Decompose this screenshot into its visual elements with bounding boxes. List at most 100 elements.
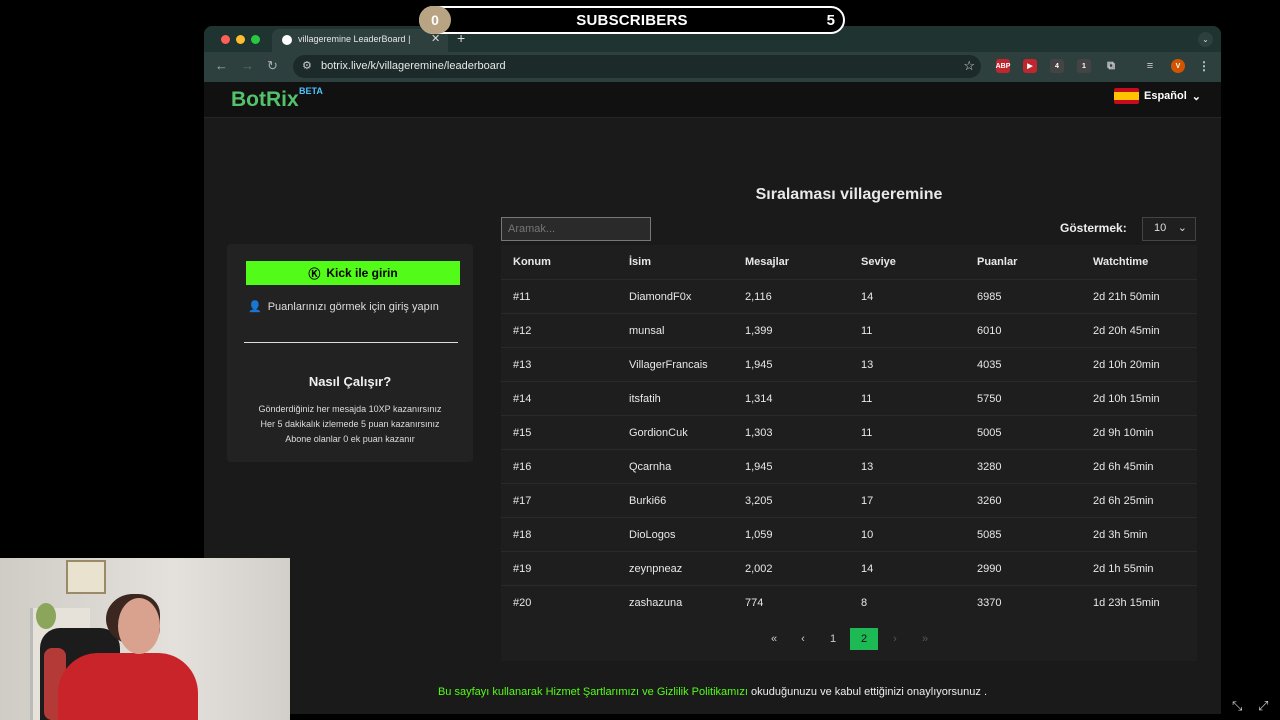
table-cell: 17 [861,495,874,507]
site-settings-icon[interactable]: ⚙ [302,59,312,72]
column-header[interactable]: İsim [629,256,651,268]
rule-item: Gönderdiğiniz her mesajda 10XP kazanırsı… [258,404,442,414]
kick-logo-icon: Ⓚ [308,266,321,281]
reload-icon[interactable]: ↻ [267,58,278,74]
fullscreen-exit-icon[interactable]: ⤡ [1232,698,1242,714]
table-row: #12 munsal 1,399 11 6010 2d 20h 45min [501,313,1197,347]
table-cell: 5750 [977,393,1002,405]
table-cell: itsfatih [629,393,661,405]
table-row: #15 GordionCuk 1,303 11 5005 2d 9h 10min [501,415,1197,449]
column-header[interactable]: Seviye [861,256,896,268]
url-text[interactable]: botrix.live/k/villageremine/leaderboard [321,60,506,72]
table-cell: 5085 [977,529,1002,541]
table-cell: 1d 23h 15min [1093,597,1160,609]
tab-leaderboard[interactable]: villageremine LeaderBoard | ✕ [272,29,448,52]
next-page-button[interactable]: › [884,628,906,650]
kick-login-label: Kick ile girin [326,266,398,280]
table-cell: 10 [861,529,874,541]
table-cell: 774 [745,597,764,609]
address-bar[interactable]: ⚙ botrix.live/k/villageremine/leaderboar… [293,55,981,78]
table-row: #19 zeynpneaz 2,002 14 2990 2d 1h 55min [501,551,1197,585]
table-cell: 13 [861,461,874,473]
media-queue-icon[interactable]: ≡ [1143,59,1157,73]
table-cell: 2,002 [745,563,773,575]
table-cell: #14 [513,393,532,405]
table-cell: 2d 10h 20min [1093,359,1160,371]
table-cell: 2d 6h 25min [1093,495,1154,507]
terms-link[interactable]: Hizmet Şartlarımızı [546,686,640,698]
page-content: BotRix BETA Español ⌄ Sıralaması village… [204,82,1221,714]
video-extension-icon[interactable]: ▶ [1023,59,1037,73]
divider [244,342,458,343]
prev-page-button[interactable]: ‹ [792,628,814,650]
table-cell: 13 [861,359,874,371]
browser-menu-icon[interactable]: ⋮ [1197,59,1211,73]
botrix-logo[interactable]: BotRix BETA [231,86,323,112]
back-arrow-icon[interactable]: ← [215,58,228,73]
footer-suffix: okuduğunuzu ve kabul ettiğinizi onaylıyo… [750,686,988,698]
login-hint: 👤 Puanlarınızı görmek için giriş yapın [248,300,439,314]
last-page-button[interactable]: » [914,628,936,650]
chevron-down-icon[interactable]: ⌄ [1198,32,1213,47]
maximize-window-button[interactable] [251,35,260,44]
first-page-button[interactable]: « [763,628,785,650]
column-header[interactable]: Mesajlar [745,256,789,268]
subscriber-goal-bar: 0 SUBSCRIBERS 5 [419,6,845,34]
search-input[interactable] [501,217,651,241]
table-cell: 2d 20h 45min [1093,325,1160,337]
table-row: #16 Qcarnha 1,945 13 3280 2d 6h 45min [501,449,1197,483]
table-cell: #20 [513,597,532,609]
table-cell: 11 [861,393,873,405]
browser-toolbar: ← → ↻ ⚙ botrix.live/k/villageremine/lead… [204,52,1221,82]
table-cell: 2d 3h 5min [1093,529,1148,541]
table-cell: 2,116 [745,291,772,303]
table-cell: 1,059 [745,529,773,541]
table-row: #18 DioLogos 1,059 10 5085 2d 3h 5min [501,517,1197,551]
table-cell: 14 [861,291,874,303]
privacy-link[interactable]: Gizlilik Politikamızı [657,686,748,698]
table-cell: 6985 [977,291,1002,303]
close-window-button[interactable] [221,35,230,44]
table-cell: 2990 [977,563,1002,575]
table-cell: 1,303 [745,427,773,439]
table-cell: #15 [513,427,532,439]
table-cell: #17 [513,495,532,507]
collapse-icon[interactable]: ⤢ [1258,698,1268,714]
table-row: #17 Burki66 3,205 17 3260 2d 6h 25min [501,483,1197,517]
table-cell: 8 [861,597,868,609]
table-header: Konum İsim Mesajlar Seviye Puanlar Watch… [501,245,1197,279]
page-size-select[interactable]: 10 ⌄ [1142,217,1196,241]
column-header[interactable]: Watchtime [1093,256,1148,268]
how-it-works-title: Nasıl Çalışır? [308,374,392,389]
page-2-button[interactable]: 2 [850,628,878,650]
webcam-feed [0,558,290,720]
rule-item: Abone olanlar 0 ek puan kazanır [285,434,415,444]
table-cell: 2d 1h 55min [1093,563,1154,575]
table-cell: 2d 9h 10min [1093,427,1154,439]
adblock-extension-icon[interactable]: ABP [996,59,1010,73]
kick-login-button[interactable]: Ⓚ Kick ile girin [246,261,460,285]
wall-picture [66,560,106,594]
extension-badge-2-icon[interactable]: 1 [1077,59,1091,73]
extension-badge-icon[interactable]: 4 [1050,59,1064,73]
table-cell: #19 [513,563,532,575]
subscriber-goal: 5 [826,12,835,29]
language-selector[interactable]: Español ⌄ [1113,88,1201,104]
forward-arrow-icon[interactable]: → [241,58,254,73]
bookmark-star-icon[interactable]: ☆ [963,58,975,74]
table-cell: #18 [513,529,532,541]
column-header[interactable]: Konum [513,256,551,268]
page-size-label: Göstermek: [1060,221,1127,235]
puzzle-extensions-icon[interactable]: ⧉ [1104,59,1118,73]
table-cell: 14 [861,563,874,575]
table-cell: DiamondF0x [629,291,692,303]
table-cell: 1,945 [745,461,773,473]
table-cell: 3260 [977,495,1002,507]
profile-avatar[interactable]: V [1171,59,1185,73]
minimize-window-button[interactable] [236,35,245,44]
footer-conj: ve [642,686,654,698]
table-cell: 1,399 [745,325,773,337]
table-cell: 1,314 [745,393,773,405]
page-1-button[interactable]: 1 [822,628,844,650]
column-header[interactable]: Puanlar [977,256,1017,268]
